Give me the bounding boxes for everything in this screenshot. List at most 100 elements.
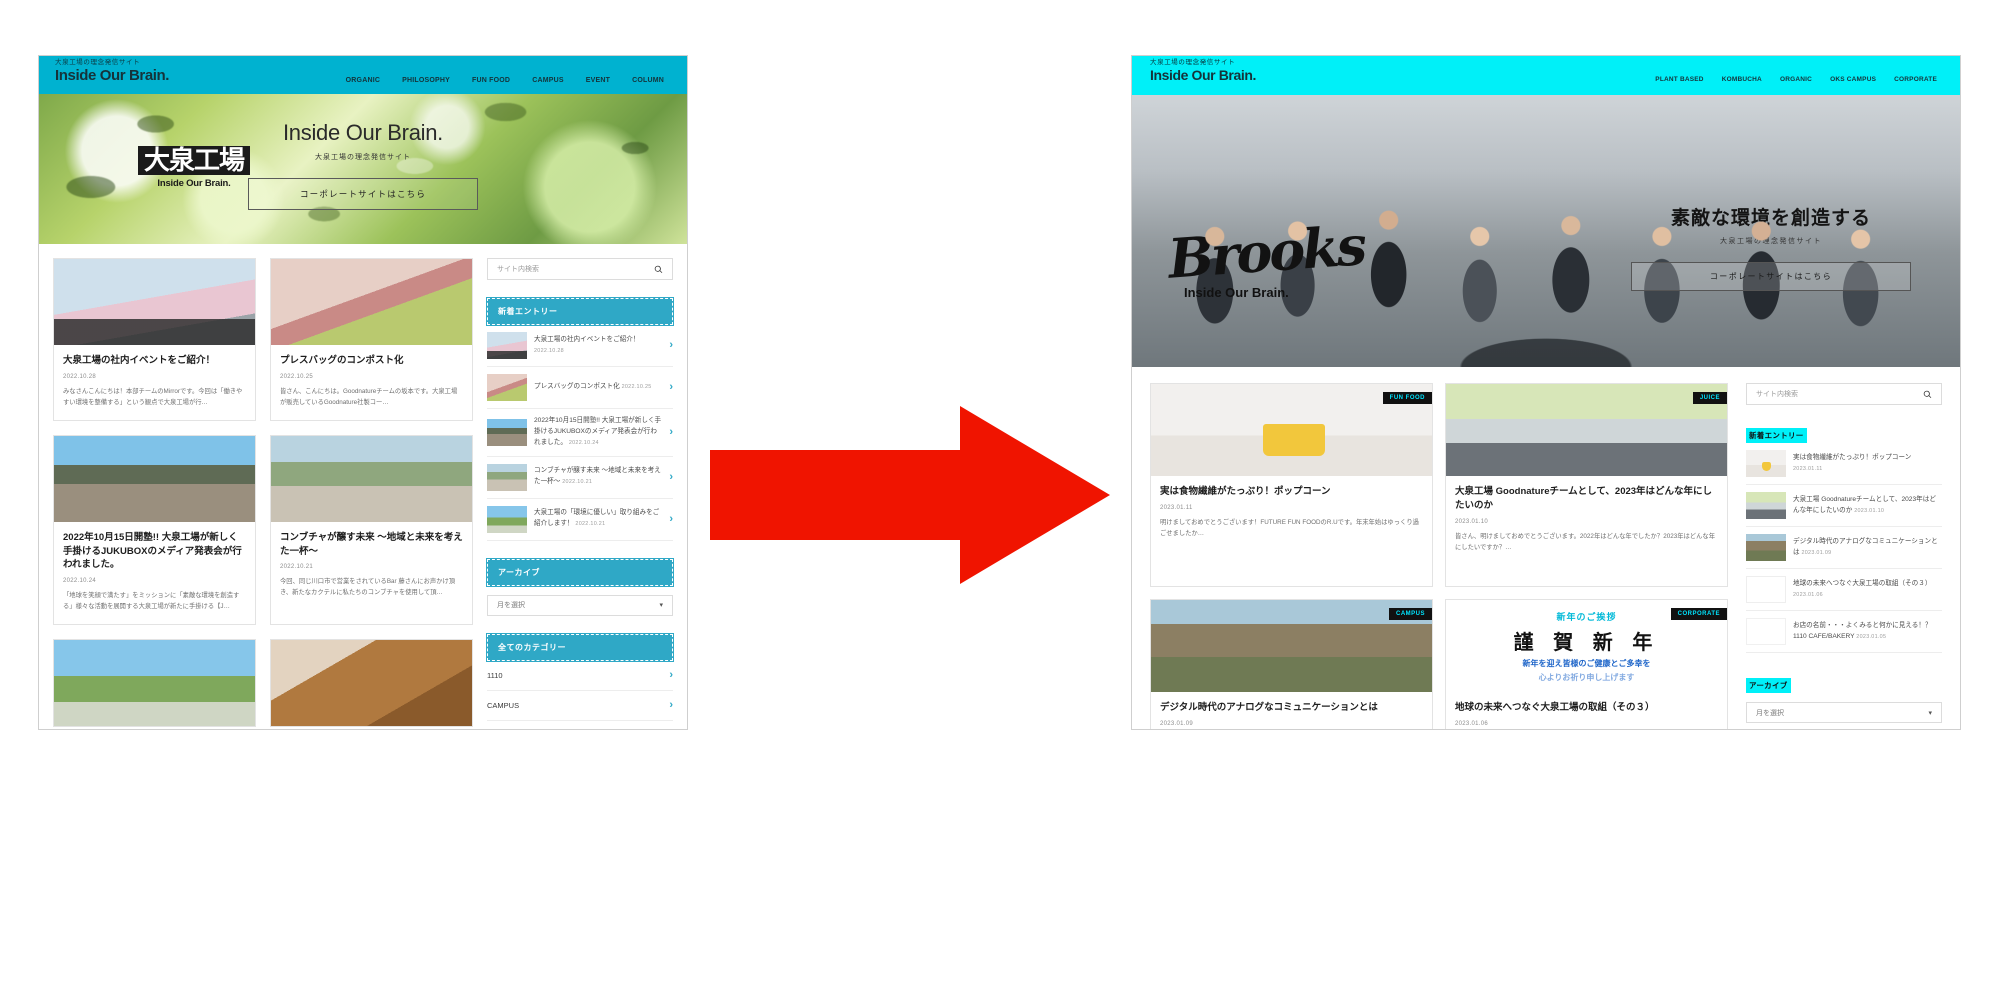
archive-month-select[interactable]: 月を選択 ▾ — [487, 594, 673, 616]
new-year-greeting-line2: 心よりお祈り申し上げます — [1538, 672, 1635, 682]
recent-entry-thumbnail — [487, 505, 527, 533]
nav-item-oks-campus[interactable]: OKS CAMPUS — [1821, 76, 1885, 83]
recent-entry-item[interactable]: コンブチャが醸す未来 〜地域と未来を考えた一杯〜 2022.10.21 › — [487, 457, 673, 499]
article-card[interactable]: プレスバッグのコンポスト化 2022.10.25 皆さん、こんにちは。Goodn… — [270, 258, 473, 421]
article-card[interactable]: 新年のご挨拶 謹 賀 新 年 新年を迎え皆様のご健康とご多幸を 心よりお祈り申し… — [1445, 599, 1728, 729]
recent-entry-date: 2023.01.06 — [1793, 591, 1823, 598]
recent-entry-title[interactable]: 地球の未来へつなぐ大泉工場の取組（その３） — [1793, 580, 1931, 587]
article-title[interactable]: 2022年10月15日開塾!! 大泉工場が新しく手掛けるJUKUBOXのメディア… — [63, 531, 246, 572]
recent-entries-heading-wrap: 新着エントリー — [1746, 425, 1942, 443]
article-title[interactable]: コンブチャが醸す未来 〜地域と未来を考えた一杯〜 — [280, 531, 463, 559]
recent-entry-item[interactable]: お店の名前・・・よくみると何かに見える！？ 1110 CAFE/BAKERY 2… — [1746, 611, 1942, 653]
recent-entry-text: プレスバッグのコンポスト化 2022.10.25 — [534, 382, 662, 393]
chevron-right-icon[interactable]: › — [669, 471, 673, 483]
article-card[interactable] — [270, 639, 473, 728]
search-icon[interactable] — [1923, 390, 1932, 399]
search-input[interactable]: サイト内検索 — [497, 264, 654, 274]
article-date: 2022.10.25 — [280, 373, 314, 380]
recent-entry-item[interactable]: 2022年10月15日開塾!! 大泉工場が新しく手掛けるJUKUBOXのメディア… — [487, 409, 673, 457]
nav-item-event[interactable]: EVENT — [575, 77, 621, 84]
right-corporate-site-button[interactable]: コーポレートサイトはこちら — [1631, 262, 1911, 291]
recent-entry-title[interactable]: コンブチャが醸す未来 〜地域と未来を考えた一杯〜 — [534, 467, 661, 485]
left-hero-banner: 大泉工場 Inside Our Brain. Inside Our Brain.… — [39, 94, 687, 244]
chevron-right-icon[interactable]: › — [669, 699, 673, 711]
recent-entry-date: 2022.10.28 — [534, 347, 564, 354]
left-main-nav[interactable]: ORGANIC PHILOSOPHY FUN FOOD CAMPUS EVENT… — [335, 77, 687, 94]
category-label[interactable]: CAMPUS — [487, 701, 519, 710]
nav-item-campus[interactable]: CAMPUS — [521, 77, 575, 84]
recent-entry-title[interactable]: 大泉工場の社内イベントをご紹介！ — [534, 336, 640, 343]
search-box[interactable]: サイト内検索 — [487, 258, 673, 280]
recent-entry-item[interactable]: 地球の未来へつなぐ大泉工場の取組（その３） 2023.01.06 — [1746, 569, 1942, 611]
article-card[interactable]: 大泉工場の社内イベントをご紹介！ 2022.10.28 みなさんこんにちは！本部… — [53, 258, 256, 421]
category-row[interactable]: 1110 › — [487, 661, 673, 691]
right-brand-title: Inside Our Brain. — [1150, 66, 1256, 83]
chevron-right-icon[interactable]: › — [669, 669, 673, 681]
chevron-down-icon[interactable]: ▾ — [659, 601, 663, 609]
recent-entry-title[interactable]: プレスバッグのコンポスト化 — [534, 383, 620, 390]
left-content-area: 大泉工場の社内イベントをご紹介！ 2022.10.28 みなさんこんにちは！本部… — [39, 244, 687, 728]
recent-entry-item[interactable]: 大泉工場の社内イベントをご紹介！ 2022.10.28 › — [487, 325, 673, 367]
article-thumbnail — [54, 259, 255, 345]
article-card[interactable]: コンブチャが醸す未来 〜地域と未来を考えた一杯〜 2022.10.21 今回、同… — [270, 434, 473, 626]
chevron-right-icon[interactable]: › — [669, 426, 673, 438]
article-title[interactable]: 実は食物繊維がたっぷり！ポップコーン — [1160, 485, 1423, 499]
recent-entry-text: 大泉工場の社内イベントをご紹介！ 2022.10.28 — [534, 335, 662, 357]
chevron-right-icon[interactable]: › — [669, 513, 673, 525]
chevron-right-icon[interactable]: › — [669, 340, 673, 351]
recent-entry-item[interactable]: 大泉工場 Goodnatureチームとして、2023年はどんな年にしたいのか 2… — [1746, 485, 1942, 527]
recent-entry-item[interactable]: 大泉工場の「環境に優しい」取り組みをご紹介します！ 2022.10.21 › — [487, 499, 673, 541]
nav-item-kombucha[interactable]: KOMBUCHA — [1713, 76, 1771, 83]
article-date: 2023.01.06 — [1455, 721, 1489, 728]
nav-item-plant-based[interactable]: PLANT BASED — [1646, 76, 1712, 83]
right-brand[interactable]: 大泉工場の理念発信サイト Inside Our Brain. — [1132, 56, 1256, 83]
article-title[interactable]: プレスバッグのコンポスト化 — [280, 354, 463, 368]
comparison-stage: 大泉工場の理念発信サイト Inside Our Brain. ORGANIC P… — [0, 0, 2000, 1000]
chevron-down-icon[interactable]: ▾ — [1928, 709, 1932, 717]
article-thumbnail — [271, 435, 472, 522]
nav-item-column[interactable]: COLUMN — [621, 77, 675, 84]
recent-entry-item[interactable]: プレスバッグのコンポスト化 2022.10.25 › — [487, 367, 673, 409]
archive-month-select[interactable]: 月を選択 ▾ — [1746, 702, 1942, 723]
search-icon[interactable] — [654, 265, 663, 274]
right-main-nav[interactable]: PLANT BASED KOMBUCHA ORGANIC OKS CAMPUS … — [1646, 76, 1960, 95]
left-brand[interactable]: 大泉工場の理念発信サイト Inside Our Brain. — [39, 56, 169, 83]
recent-entry-date: 2023.01.11 — [1793, 465, 1823, 472]
recent-entry-item[interactable]: デジタル時代のアナログなコミュニケーションとは 2023.01.09 — [1746, 527, 1942, 569]
archive-heading: アーカイブ — [1746, 678, 1791, 693]
category-row[interactable]: CAMPUS › — [487, 691, 673, 721]
article-title[interactable]: 大泉工場の社内イベントをご紹介！ — [63, 354, 246, 368]
nav-item-organic[interactable]: ORGANIC — [335, 77, 391, 84]
article-card[interactable] — [53, 639, 256, 728]
recent-entry-thumbnail — [487, 332, 527, 359]
nav-item-organic[interactable]: ORGANIC — [1771, 76, 1821, 83]
article-title[interactable]: 大泉工場 Goodnatureチームとして、2023年はどんな年にしたいのか — [1455, 485, 1718, 513]
article-card[interactable]: CAMPUS デジタル時代のアナログなコミュニケーションとは 2023.01.0… — [1150, 599, 1433, 729]
article-card[interactable]: FUN FOOD 実は食物繊維がたっぷり！ポップコーン 2023.01.11 明… — [1150, 383, 1433, 588]
article-thumbnail: JUICE — [1446, 384, 1727, 476]
article-card[interactable]: JUICE 大泉工場 Goodnatureチームとして、2023年はどんな年にし… — [1445, 383, 1728, 588]
left-site-header: 大泉工場の理念発信サイト Inside Our Brain. ORGANIC P… — [39, 56, 687, 94]
article-title[interactable]: デジタル時代のアナログなコミュニケーションとは — [1160, 701, 1423, 715]
nav-item-fun-food[interactable]: FUN FOOD — [461, 77, 521, 84]
left-corporate-site-button[interactable]: コーポレートサイトはこちら — [248, 178, 478, 210]
archive-select-value: 月を選択 — [1756, 709, 1784, 717]
recent-entry-item[interactable]: 実は食物繊維がたっぷり！ポップコーン 2023.01.11 — [1746, 443, 1942, 485]
recent-entry-text: 地球の未来へつなぐ大泉工場の取組（その３） 2023.01.06 — [1793, 579, 1942, 601]
right-arrow-icon — [710, 406, 1110, 584]
article-card[interactable]: 2022年10月15日開塾!! 大泉工場が新しく手掛けるJUKUBOXのメディア… — [53, 434, 256, 626]
chevron-right-icon[interactable]: › — [669, 382, 673, 393]
nav-item-philosophy[interactable]: PHILOSOPHY — [391, 77, 461, 84]
recent-entry-title[interactable]: 実は食物繊維がたっぷり！ポップコーン — [1793, 454, 1911, 461]
archive-heading-wrap: アーカイブ — [1746, 675, 1942, 693]
article-date: 2023.01.09 — [1160, 721, 1194, 728]
search-box[interactable]: サイト内検索 — [1746, 383, 1942, 405]
left-sidebar: サイト内検索 新着エントリー 大泉工場の社内イベントをご紹介！ 2022.10.… — [486, 258, 674, 727]
nav-item-corporate[interactable]: CORPORATE — [1885, 76, 1946, 83]
category-label[interactable]: 1110 — [487, 671, 503, 680]
search-input[interactable]: サイト内検索 — [1756, 389, 1923, 399]
article-title[interactable]: 地球の未来へつなぐ大泉工場の取組（その３） — [1455, 701, 1718, 715]
article-thumbnail — [271, 640, 472, 727]
article-card-body: プレスバッグのコンポスト化 2022.10.25 皆さん、こんにちは。Goodn… — [271, 345, 472, 420]
article-thumbnail: 新年のご挨拶 謹 賀 新 年 新年を迎え皆様のご健康とご多幸を 心よりお祈り申し… — [1446, 600, 1727, 693]
